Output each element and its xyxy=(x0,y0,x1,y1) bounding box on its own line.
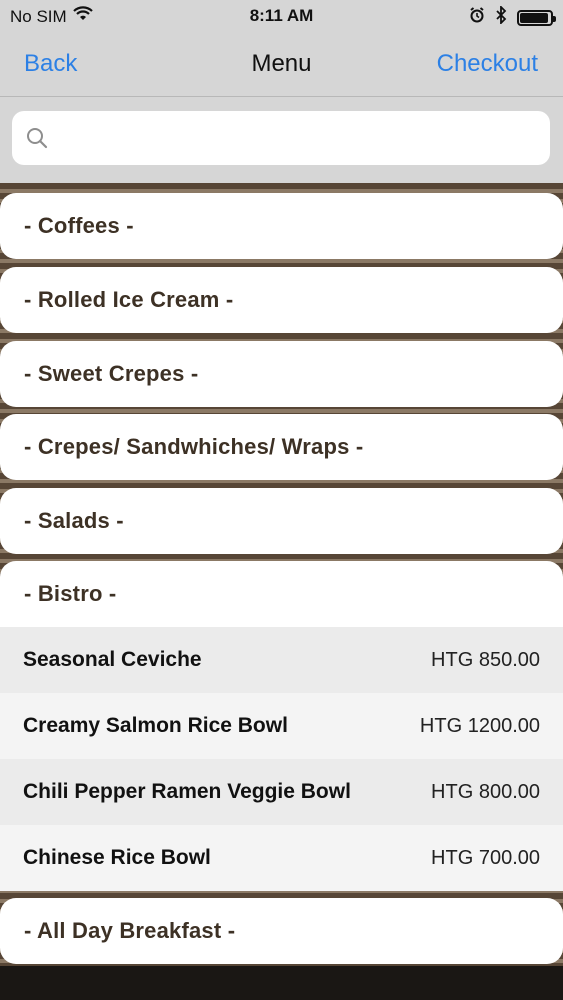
category-sweet-crepes[interactable]: - Sweet Crepes - xyxy=(0,341,563,407)
item-price: HTG 700.00 xyxy=(431,847,540,869)
battery-level xyxy=(520,12,548,23)
category-bistro[interactable]: - Bistro - xyxy=(0,561,563,627)
alarm-icon xyxy=(469,7,485,28)
status-right xyxy=(469,4,556,29)
category-salads[interactable]: - Salads - xyxy=(0,488,563,554)
bistro-items-list: Seasonal Ceviche HTG 850.00 Creamy Salmo… xyxy=(0,627,563,891)
category-label: - Crepes/ Sandwhiches/ Wraps - xyxy=(24,434,364,459)
category-label: - Sweet Crepes - xyxy=(24,361,199,386)
search-icon xyxy=(25,126,49,150)
checkout-button[interactable]: Checkout xyxy=(437,50,538,78)
menu-item-row[interactable]: Chili Pepper Ramen Veggie Bowl HTG 800.0… xyxy=(0,759,563,825)
item-price: HTG 1200.00 xyxy=(419,715,540,737)
bottom-strip xyxy=(0,966,563,1000)
item-name: Chili Pepper Ramen Veggie Bowl xyxy=(23,780,351,803)
category-label: - Salads - xyxy=(24,508,124,533)
category-label: - Coffees - xyxy=(24,213,134,238)
top-chrome: No SIM 8:11 AM Back Menu Checkout xyxy=(0,0,563,183)
bluetooth-icon xyxy=(495,4,507,29)
category-label: - Bistro - xyxy=(24,581,117,606)
battery-icon xyxy=(517,9,556,26)
category-crepes-sandwiches-wraps[interactable]: - Crepes/ Sandwhiches/ Wraps - xyxy=(0,414,563,480)
search-bar[interactable] xyxy=(12,111,550,165)
menu-item-row[interactable]: Chinese Rice Bowl HTG 700.00 xyxy=(0,825,563,891)
item-name: Seasonal Ceviche xyxy=(23,648,202,671)
category-label: - Rolled Ice Cream - xyxy=(24,287,234,312)
category-label: - All Day Breakfast - xyxy=(24,918,236,943)
menu-item-row[interactable]: Seasonal Ceviche HTG 850.00 xyxy=(0,627,563,693)
menu-item-row[interactable]: Creamy Salmon Rice Bowl HTG 1200.00 xyxy=(0,693,563,759)
navigation-bar: Back Menu Checkout xyxy=(0,32,563,97)
search-input[interactable] xyxy=(60,121,534,157)
item-price: HTG 800.00 xyxy=(431,781,540,803)
item-price: HTG 850.00 xyxy=(431,649,540,671)
status-bar: No SIM 8:11 AM xyxy=(0,0,563,32)
category-coffees[interactable]: - Coffees - xyxy=(0,193,563,259)
item-name: Chinese Rice Bowl xyxy=(23,846,211,869)
category-rolled-ice-cream[interactable]: - Rolled Ice Cream - xyxy=(0,267,563,333)
category-all-day-breakfast[interactable]: - All Day Breakfast - xyxy=(0,898,563,964)
item-name: Creamy Salmon Rice Bowl xyxy=(23,714,288,737)
